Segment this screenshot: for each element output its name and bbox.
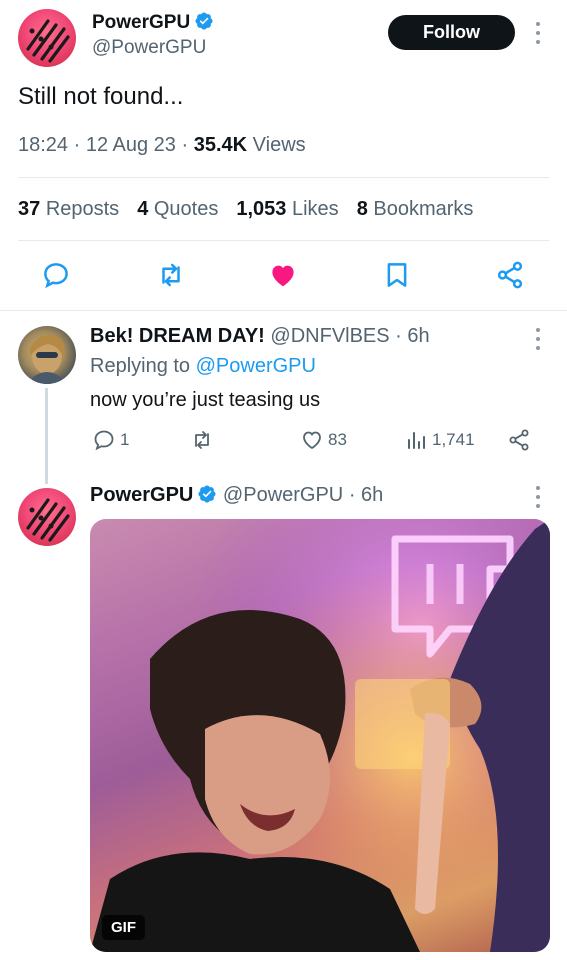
- thread-line: [45, 388, 48, 484]
- likes-stat[interactable]: 1,053 Likes: [236, 198, 338, 221]
- repost-icon: [195, 431, 209, 449]
- replying-to: Replying to @PowerGPU: [90, 355, 316, 378]
- view-count: 1,741: [432, 430, 475, 449]
- views-label: Views: [252, 134, 306, 156]
- like-icon: [303, 431, 321, 450]
- likes-label: Likes: [291, 198, 339, 220]
- quotes-label: Quotes: [153, 198, 219, 220]
- reposts-count: 37: [18, 198, 41, 220]
- share-button[interactable]: [507, 428, 531, 452]
- author-avatar[interactable]: [18, 9, 76, 67]
- engagement-stats: 37 Reposts 4 Quotes 1,053 Likes 8 Bookma…: [18, 198, 473, 221]
- like-button[interactable]: 83: [300, 428, 347, 452]
- second-tweet-time[interactable]: 6h: [361, 484, 383, 506]
- divider: [18, 177, 549, 178]
- bookmarks-stat[interactable]: 8 Bookmarks: [357, 198, 474, 221]
- gif-media[interactable]: GIF: [90, 519, 550, 952]
- bookmarks-label: Bookmarks: [373, 198, 474, 220]
- gif-image: [90, 519, 550, 952]
- views-count: 35.4K: [193, 134, 248, 156]
- likes-count: 1,053: [236, 198, 287, 220]
- divider: [18, 240, 549, 241]
- views-icon: [408, 432, 425, 449]
- reply-text: now you’re just teasing us: [90, 389, 321, 411]
- tweet-text: Still not found...: [18, 83, 184, 110]
- like-count: 83: [328, 430, 347, 449]
- gif-badge: GIF: [102, 915, 145, 940]
- more-icon[interactable]: [533, 22, 543, 44]
- repost-button[interactable]: [190, 428, 214, 452]
- author-handle[interactable]: @PowerGPU: [92, 37, 206, 59]
- replying-mention[interactable]: @PowerGPU: [196, 355, 316, 377]
- author-name[interactable]: PowerGPU: [92, 11, 214, 34]
- reply-button[interactable]: 1: [92, 428, 129, 452]
- tweet-time[interactable]: 18:24: [18, 134, 68, 156]
- tweet-meta: 18:24 · 12 Aug 23 · 35.4K Views: [18, 134, 306, 156]
- share-icon: [509, 429, 529, 451]
- more-icon[interactable]: [533, 486, 543, 508]
- second-tweet-header: PowerGPU @PowerGPU · 6h: [90, 484, 384, 506]
- second-author-handle[interactable]: @PowerGPU: [223, 484, 343, 506]
- second-author-avatar[interactable]: [18, 488, 76, 546]
- repost-icon[interactable]: [156, 260, 186, 290]
- share-icon[interactable]: [495, 260, 525, 290]
- bookmark-icon[interactable]: [382, 260, 412, 290]
- replying-prefix: Replying to: [90, 355, 191, 377]
- reply-author-name[interactable]: Bek! DREAM DAY!: [90, 325, 265, 347]
- verified-badge-icon: [198, 485, 216, 503]
- quotes-stat[interactable]: 4 Quotes: [137, 198, 218, 221]
- more-icon[interactable]: [533, 328, 543, 350]
- verified-badge-icon: [195, 12, 213, 30]
- quotes-count: 4: [137, 198, 149, 220]
- reply-time[interactable]: 6h: [407, 325, 429, 347]
- bookmarks-count: 8: [356, 198, 368, 220]
- reply-header: Bek! DREAM DAY! @DNFVlBES · 6h: [90, 325, 430, 347]
- reply-author-avatar[interactable]: [18, 326, 76, 384]
- divider: [0, 310, 567, 311]
- follow-button[interactable]: Follow: [388, 15, 515, 50]
- like-icon[interactable]: [268, 260, 298, 290]
- reply-icon: [94, 430, 114, 451]
- reply-count: 1: [120, 430, 130, 449]
- author-name-text[interactable]: PowerGPU: [92, 12, 190, 33]
- reposts-label: Reposts: [45, 198, 120, 220]
- second-author-name[interactable]: PowerGPU: [90, 484, 193, 506]
- tweet-date[interactable]: 12 Aug 23: [86, 134, 176, 156]
- views-button[interactable]: 1,741: [404, 428, 475, 452]
- reply-icon[interactable]: [41, 260, 71, 290]
- reply-author-handle[interactable]: @DNFVlBES: [270, 325, 389, 347]
- reposts-stat[interactable]: 37 Reposts: [18, 198, 119, 221]
